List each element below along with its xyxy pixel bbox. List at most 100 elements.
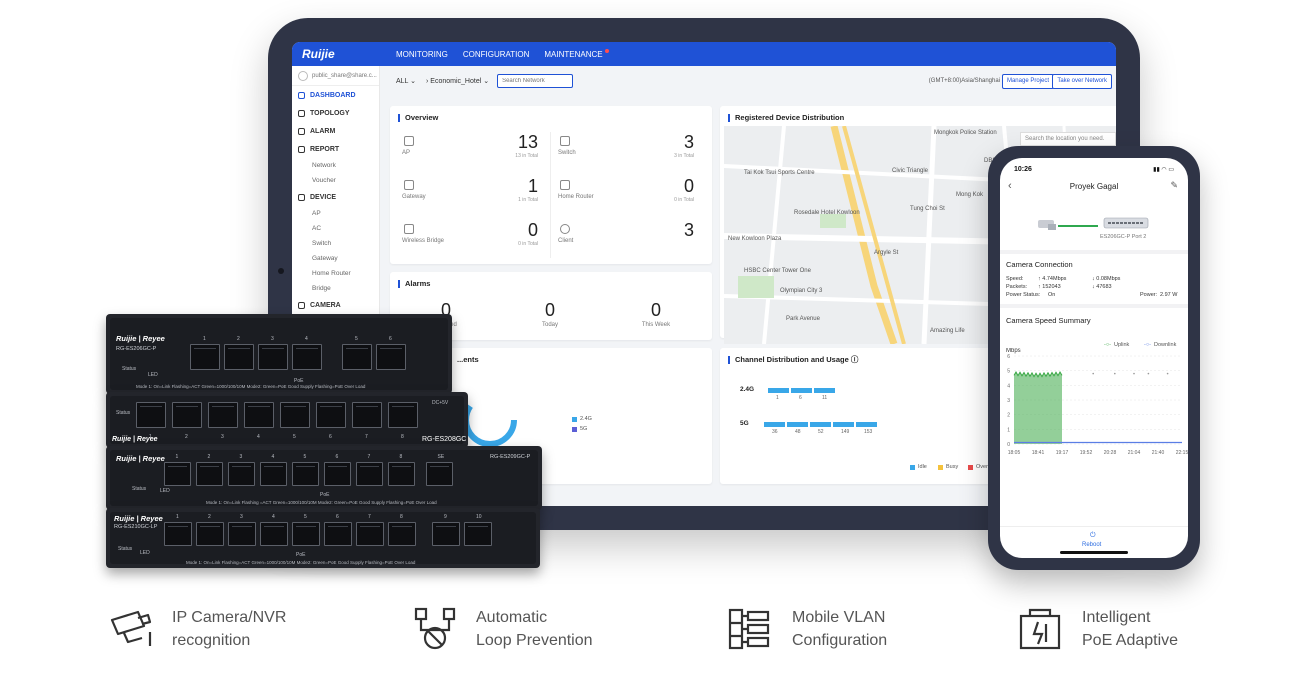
legend-label: Busy bbox=[946, 464, 959, 470]
overview-home-router[interactable]: Home Router 0 0 in Total bbox=[552, 176, 702, 218]
overview-switch[interactable]: Switch 3 3 in Total bbox=[552, 132, 702, 174]
port-number: 4 bbox=[305, 336, 308, 342]
channel-bar[interactable] bbox=[764, 422, 785, 427]
port-number: 7 bbox=[368, 514, 371, 520]
channel-bar[interactable] bbox=[791, 388, 812, 393]
status-label: Status bbox=[118, 546, 133, 552]
mode-note: Mode 1: On=Link Flashing=ACT Green=1000/… bbox=[186, 560, 416, 565]
port-number: 5 bbox=[303, 454, 307, 460]
sidebar-item-camera[interactable]: CAMERA bbox=[292, 296, 379, 314]
sidebar-item-report[interactable]: REPORT bbox=[292, 140, 379, 158]
overview-label: Gateway bbox=[402, 194, 426, 200]
sidebar-item-dashboard[interactable]: DASHBOARD bbox=[292, 86, 379, 104]
map-label: Argyle St bbox=[874, 250, 899, 256]
overview-gateway[interactable]: Gateway 1 1 in Total bbox=[396, 176, 546, 218]
channel-label: 52 bbox=[818, 429, 824, 435]
alarm-this-week[interactable]: 0 This Week bbox=[626, 300, 686, 328]
site-label: Economic_Hotel bbox=[430, 78, 482, 85]
sidebar-subitem-ap[interactable]: AP bbox=[292, 206, 379, 221]
band-5g: 5G bbox=[740, 420, 749, 427]
nav-maintenance-label: MAINTENANCE bbox=[544, 49, 603, 59]
nav-monitoring[interactable]: MONITORING bbox=[396, 50, 448, 59]
sidebar-item-alarm[interactable]: ALARM bbox=[292, 122, 379, 140]
feature-line: Mobile VLAN bbox=[792, 609, 886, 626]
legend-idle: Idle bbox=[910, 464, 927, 470]
channel-bar[interactable] bbox=[856, 422, 877, 427]
channel-bar[interactable] bbox=[787, 422, 808, 427]
switch-rg-es210gc-lp: Ruijie | Reyee RG-ES210GC-LP Status LED … bbox=[106, 508, 540, 568]
port-number: 4 bbox=[257, 434, 260, 440]
sidebar-subitem-voucher[interactable]: Voucher bbox=[292, 173, 379, 188]
legend-label: 5G bbox=[580, 426, 588, 432]
speed-summary-title: Camera Speed Summary bbox=[1006, 316, 1091, 325]
ethernet-port bbox=[258, 344, 288, 370]
led-label: LED bbox=[148, 372, 158, 378]
sidebar-item-device[interactable]: DEVICE bbox=[292, 188, 379, 206]
overview-wireless-bridge[interactable]: Wireless Bridge 0 0 in Total bbox=[396, 220, 546, 262]
map-label: Rosedale Hotel Kowloon bbox=[794, 210, 860, 216]
channel-bar[interactable] bbox=[814, 388, 835, 393]
sidebar-subitem-home-router[interactable]: Home Router bbox=[292, 266, 379, 281]
switch-brand: Ruijie | Reyee bbox=[112, 436, 158, 443]
overview-total: 0 in Total bbox=[518, 241, 538, 247]
toolbar: ALL ⌄ › Economic_Hotel ⌄ (GMT+8:00)Asia/… bbox=[380, 66, 1116, 96]
feature-line: Loop Prevention bbox=[476, 632, 593, 649]
alarm-label: This Week bbox=[641, 322, 671, 328]
port-number: 7 bbox=[365, 434, 368, 440]
feature-poe-adaptive: Intelligent PoE Adaptive bbox=[1018, 606, 1178, 652]
ethernet-port bbox=[136, 402, 166, 428]
switch-rg-es206gc-p: Ruijie | Reyee RG-ES206GC-P Status LED 1… bbox=[106, 314, 452, 394]
port-number: 2 bbox=[237, 336, 240, 342]
alarm-today[interactable]: 0 Today bbox=[520, 300, 580, 328]
y-tick-label: 5 bbox=[1007, 369, 1010, 375]
brand-logo: Ruijie bbox=[302, 47, 335, 61]
feature-line: PoE Adaptive bbox=[1082, 632, 1179, 649]
ethernet-port bbox=[164, 462, 191, 486]
search-input[interactable] bbox=[497, 74, 574, 88]
phone-device: 10:26 ▮▮ ◠ ▭ ‹ Proyek Gagal ✎ ES206GC-P … bbox=[988, 146, 1200, 570]
edit-pencil-icon[interactable]: ✎ bbox=[1170, 180, 1178, 191]
port-number: 6 bbox=[336, 514, 339, 520]
ethernet-port bbox=[228, 522, 256, 546]
overview-value: 0 bbox=[683, 176, 694, 196]
manage-project-button[interactable]: Manage Project bbox=[1001, 73, 1054, 89]
ethernet-port bbox=[196, 522, 224, 546]
sidebar-subitem-switch[interactable]: Switch bbox=[292, 236, 379, 251]
client-icon bbox=[560, 224, 570, 234]
info-icon[interactable]: ⓘ bbox=[851, 355, 859, 364]
overview-client[interactable]: Client 3 bbox=[552, 220, 702, 262]
sidebar-subitem-bridge[interactable]: Bridge bbox=[292, 281, 379, 296]
user-account[interactable]: public_share@share.c... bbox=[292, 66, 379, 86]
site-selector[interactable]: › Economic_Hotel ⌄ bbox=[426, 77, 489, 85]
sidebar-subitem-gateway[interactable]: Gateway bbox=[292, 251, 379, 266]
channel-label: 149 bbox=[841, 429, 850, 435]
ethernet-port bbox=[342, 344, 372, 370]
map-search-input[interactable]: Search the location you need. bbox=[1020, 132, 1116, 146]
ethernet-port bbox=[388, 522, 416, 546]
reboot-button[interactable]: Reboot bbox=[1082, 542, 1101, 548]
scope-label: ALL bbox=[396, 78, 409, 85]
power-icon: ⏻ bbox=[1090, 532, 1096, 539]
legend-label: Idle bbox=[918, 464, 927, 470]
take-over-network-button[interactable]: Take over Network bbox=[1052, 73, 1112, 89]
overview-value: 0 bbox=[527, 220, 538, 240]
nav-maintenance[interactable]: MAINTENANCE bbox=[544, 48, 609, 59]
sidebar-subitem-ac[interactable]: AC bbox=[292, 221, 379, 236]
x-tick-label: 19:52 bbox=[1080, 450, 1093, 456]
sidebar-subitem-network[interactable]: Network bbox=[292, 158, 379, 173]
x-tick-label: 21:04 bbox=[1128, 450, 1141, 456]
packets-up-value: 152043 bbox=[1042, 284, 1061, 290]
vlan-icon bbox=[728, 608, 770, 650]
sidebar-item-topology[interactable]: TOPOLOGY bbox=[292, 104, 379, 122]
channel-bar[interactable] bbox=[810, 422, 831, 427]
nav-configuration[interactable]: CONFIGURATION bbox=[463, 50, 530, 59]
map-label: Park Avenue bbox=[786, 316, 820, 322]
status-label: Status bbox=[122, 366, 137, 372]
uplink-sample-point bbox=[1092, 372, 1094, 375]
overview-ap[interactable]: AP 13 13 in Total bbox=[396, 132, 546, 174]
overview-total: 1 in Total bbox=[518, 197, 538, 203]
channel-bar[interactable] bbox=[768, 388, 789, 393]
channel-bar[interactable] bbox=[833, 422, 854, 427]
camera-connection-title: Camera Connection bbox=[1006, 260, 1073, 269]
scope-selector[interactable]: ALL ⌄ bbox=[396, 77, 416, 85]
